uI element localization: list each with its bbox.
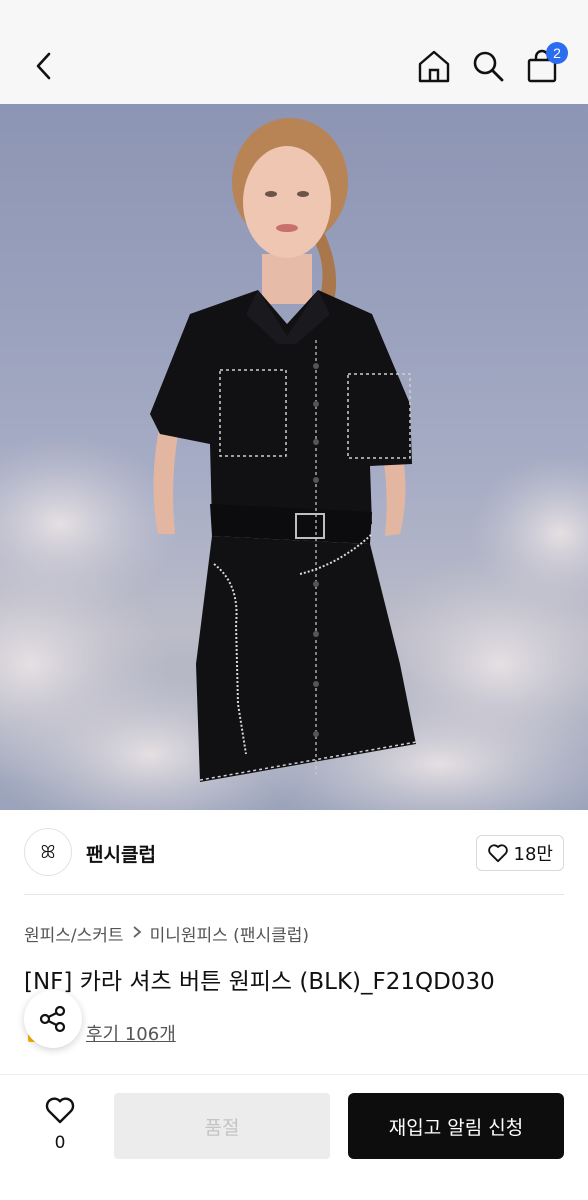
breadcrumb-subcategory[interactable]: 미니원피스 (팬시클럽) <box>150 921 309 946</box>
restock-alert-button[interactable]: 재입고 알림 신청 <box>348 1093 564 1159</box>
bottom-action-bar: 0 품절 재입고 알림 신청 <box>0 1074 588 1200</box>
brand-row: ꕤ 팬시클럽 18만 <box>24 826 564 878</box>
wishlist-count: 0 <box>54 1133 66 1153</box>
chevron-right-icon <box>132 924 142 943</box>
product-photo-illustration <box>0 118 588 810</box>
brand-logo-icon[interactable]: ꕤ <box>24 828 72 876</box>
breadcrumb-category[interactable]: 원피스/스커트 <box>24 921 124 946</box>
back-button[interactable] <box>26 46 62 86</box>
brand-like-button[interactable]: 18만 <box>475 835 564 871</box>
share-button[interactable] <box>24 990 82 1048</box>
back-arrow-icon <box>36 52 51 80</box>
soldout-button: 품절 <box>114 1093 330 1159</box>
breadcrumb: 원피스/스커트 미니원피스 (팬시클럽) <box>24 921 309 946</box>
cart-count-badge: 2 <box>546 42 568 64</box>
brand-name[interactable]: 팬시클럽 <box>86 840 156 867</box>
heart-outline-icon <box>487 844 508 863</box>
cart-button[interactable]: 2 <box>522 42 568 86</box>
section-divider <box>24 894 564 895</box>
wishlist-button[interactable]: 0 <box>38 1095 82 1153</box>
search-icon <box>473 51 504 82</box>
home-button[interactable] <box>414 46 454 86</box>
heart-outline-icon <box>45 1097 75 1124</box>
brand-logo-mark: ꕤ <box>40 841 56 863</box>
home-icon <box>418 50 450 83</box>
share-icon <box>39 1005 66 1033</box>
product-image[interactable] <box>0 104 588 810</box>
review-count-link[interactable]: 후기 106개 <box>86 1020 176 1046</box>
product-title: [NF] 카라 셔츠 버튼 원피스 (BLK)_F21QD030 <box>24 969 495 995</box>
brand-like-count: 18만 <box>513 844 553 865</box>
top-navigation-bar: 2 <box>0 0 588 104</box>
search-button[interactable] <box>468 46 508 86</box>
